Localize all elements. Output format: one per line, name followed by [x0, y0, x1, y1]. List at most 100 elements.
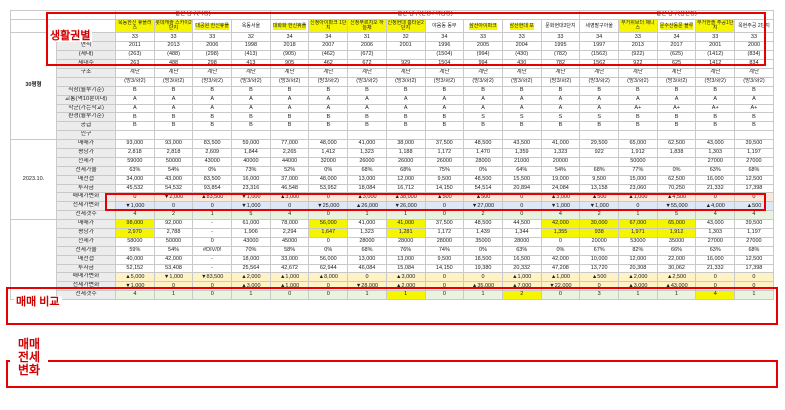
data-cell: 계단 [579, 67, 620, 78]
data-cell: 48,000 [308, 174, 349, 185]
data-cell: 63% [115, 165, 155, 176]
region-header: 울산 남구(신정 / 야음동) [269, 10, 581, 20]
data-cell: B [385, 112, 426, 123]
complex-name-cell: 문화현대3단지 [540, 18, 581, 34]
data-cell: B [347, 121, 387, 132]
data-cell: 39,500 [734, 139, 774, 149]
data-cell: 35000 [656, 236, 697, 247]
compare-row: 전세가변화 ▼1,000 0 0 ▲3,000 ▲1,000 0 ▼28,000 ▲2,000 0… [11, 281, 774, 292]
data-cell: 93,000 [153, 139, 194, 149]
data-cell: 1,355 [540, 227, 581, 238]
data-cell: 계단 [695, 67, 736, 78]
row-label: 평당가 [56, 227, 116, 238]
data-cell: 0 [734, 272, 774, 283]
data-cell: 21,332 [695, 183, 736, 194]
data-cell: (방3/화2) [501, 76, 542, 87]
data-cell: A [269, 103, 310, 114]
data-cell: 43,000 [695, 139, 736, 149]
attribute-row: 교통(역10분이내) A A A A A A A A A A A A A A A A A [11, 94, 774, 105]
data-cell: 37,000 [269, 174, 310, 185]
data-cell: 1504 [424, 59, 465, 69]
data-cell: ▼2,000 [153, 192, 194, 203]
data-cell: B [463, 121, 503, 132]
data-cell: (방3/화2) [192, 76, 233, 87]
data-cell: 계단 [463, 67, 503, 78]
data-cell: A [656, 94, 697, 105]
data-cell: 0 [192, 201, 233, 212]
data-cell: 13,000 [347, 174, 387, 185]
data-cell: 263 [115, 59, 155, 69]
data-cell: 15,500 [501, 174, 542, 185]
data-cell: 430 [501, 59, 542, 69]
row-label: 매매가 [56, 139, 116, 149]
data-cell: 1 [618, 290, 658, 301]
data-cell: 1,647 [308, 227, 349, 238]
data-cell: (413) [231, 50, 271, 61]
data-cell: ▲3,000 [231, 281, 271, 292]
data-cell: 46,084 [347, 263, 387, 274]
data-cell: 98,000 [115, 219, 155, 229]
data-cell: 43,000 [153, 174, 194, 185]
data-cell: 74% [424, 245, 465, 256]
row-label: 매매가변화 [56, 192, 116, 203]
data-cell: 16,500 [501, 254, 542, 265]
data-cell: 23,316 [231, 183, 271, 194]
attribute-row: 인구 [11, 130, 774, 141]
data-cell: 4 [695, 210, 736, 221]
tag-by-living-area: 생활권별 [48, 30, 93, 43]
row-label: 전세가변화 [56, 201, 116, 212]
data-cell: 34 [308, 32, 349, 43]
data-cell: 2,788 [153, 227, 194, 238]
data-cell: 41,000 [347, 139, 387, 149]
data-cell: 58000 [115, 236, 155, 247]
data-cell: A [501, 94, 542, 105]
data-cell: 40000 [231, 156, 271, 167]
data-cell: 0% [463, 245, 503, 256]
region-header: 울산 남구(삼산동) [579, 10, 774, 20]
data-cell: 59% [115, 245, 155, 256]
data-cell: (방3/화2) [618, 76, 658, 87]
data-cell: 64% [501, 165, 542, 176]
data-cell: 1,412 [308, 147, 349, 158]
data-cell: 66% [656, 245, 697, 256]
data-cell: B [192, 112, 233, 123]
data-cell: 922 [618, 59, 658, 69]
data-cell: 16,712 [385, 183, 426, 194]
data-cell: A [618, 94, 658, 105]
data-cell: A [153, 103, 194, 114]
data-cell: B [231, 85, 271, 96]
data-cell: 2017 [656, 41, 697, 52]
price-row: 투자금 45,532 54,532 93,854 23,316 46,548 53,952 1… [11, 183, 774, 194]
data-cell: ▲7,000 [501, 281, 542, 292]
data-cell: A [424, 103, 465, 114]
data-cell: ▲500 [734, 201, 774, 212]
attribute-row: 구조 계단 계단 계단 계단 계단 계단 계단 계단 계단 계단 계단 계단 계단 계단 계단 계단 계단 [11, 67, 774, 78]
row-label: 세대수 [56, 59, 116, 69]
data-cell: (방3/화2) [734, 76, 774, 87]
data-cell: 9,500 [579, 174, 620, 185]
complex-name-row: 옥동한신 휴플러스 롯데캐슬 스카이2단지 대공원 한신휴플 옥동서울 대화화 한신휴플… [10, 18, 774, 34]
data-cell: ▼1,000 [231, 192, 271, 203]
complex-name-cell: 옥현주공 2단지 [734, 18, 774, 34]
data-cell: (994) [463, 50, 503, 61]
data-cell: 0 [540, 290, 581, 301]
data-cell: (922) [618, 50, 658, 61]
data-cell: 1 [231, 290, 271, 301]
data-cell: 50000 [153, 236, 194, 247]
data-cell: 0 [192, 236, 233, 247]
data-cell: 18,500 [463, 254, 503, 265]
data-cell: A+ [695, 103, 736, 114]
data-cell [308, 130, 349, 141]
data-cell: 52% [269, 165, 310, 176]
row-label: 환경(월부기준) [56, 112, 116, 123]
data-cell: 계단 [269, 67, 310, 78]
data-cell: 1,912 [656, 227, 697, 238]
data-cell: 2001 [695, 41, 736, 52]
data-cell: 0% [540, 245, 581, 256]
data-cell: ▲5,000 [115, 272, 155, 283]
data-cell: 33 [695, 32, 736, 43]
data-cell: A [424, 94, 465, 105]
data-cell: 38,000 [385, 139, 426, 149]
data-cell: B [153, 112, 194, 123]
data-cell: (방3/화2) [385, 76, 426, 87]
